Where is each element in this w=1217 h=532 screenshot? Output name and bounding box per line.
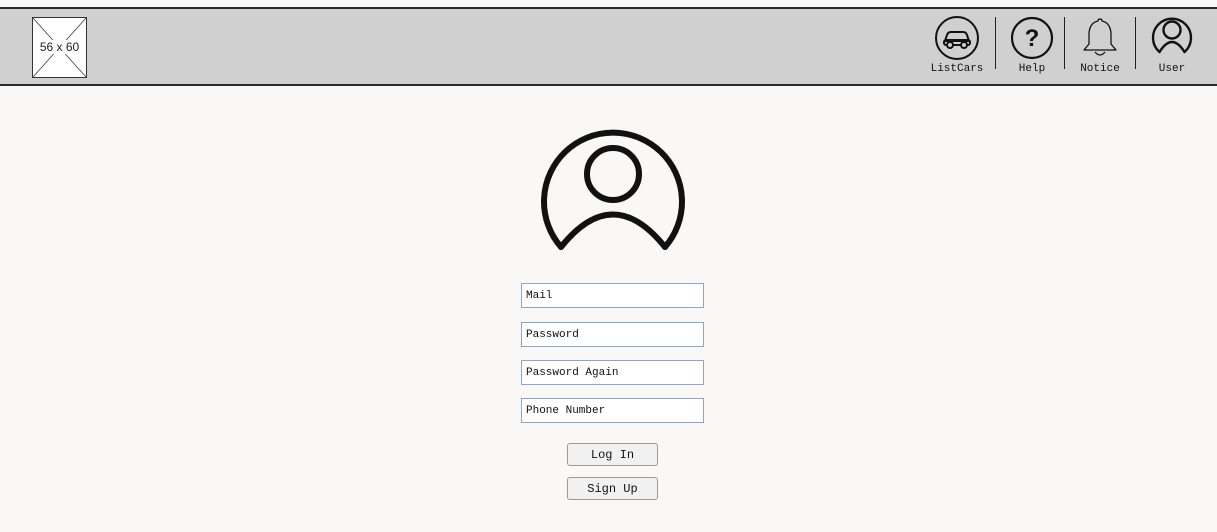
- nav-label-listcars: ListCars: [930, 63, 984, 75]
- bell-icon: [1083, 18, 1117, 56]
- nav-divider: [1135, 17, 1136, 69]
- signup-button[interactable]: Sign Up: [567, 477, 658, 500]
- nav-item-notice[interactable]: Notice: [1070, 15, 1130, 75]
- nav-item-listcars[interactable]: ListCars: [922, 15, 992, 75]
- nav-item-help[interactable]: ? Help: [1004, 15, 1060, 75]
- user-avatar-icon: [541, 129, 685, 250]
- user-icon: [1151, 17, 1193, 54]
- nav-label-user: User: [1158, 63, 1186, 75]
- question-icon: ?: [1010, 16, 1054, 60]
- mail-field[interactable]: [521, 283, 704, 308]
- login-button[interactable]: Log In: [567, 443, 658, 466]
- logo-placeholder-label: 56 x 60: [38, 40, 81, 54]
- svg-text:?: ?: [1025, 25, 1040, 52]
- phone-number-field[interactable]: [521, 398, 704, 423]
- password-field[interactable]: [521, 322, 704, 347]
- nav-item-user[interactable]: User: [1144, 15, 1200, 75]
- car-icon: [935, 16, 979, 60]
- logo-placeholder[interactable]: 56 x 60: [32, 17, 87, 78]
- password-again-field[interactable]: [521, 360, 704, 385]
- nav-divider: [1064, 17, 1065, 69]
- nav-label-help: Help: [1018, 63, 1046, 75]
- nav-divider: [995, 17, 996, 69]
- nav-label-notice: Notice: [1080, 63, 1120, 75]
- top-header: 56 x 60 ListCars ? Help Notice User: [0, 7, 1217, 86]
